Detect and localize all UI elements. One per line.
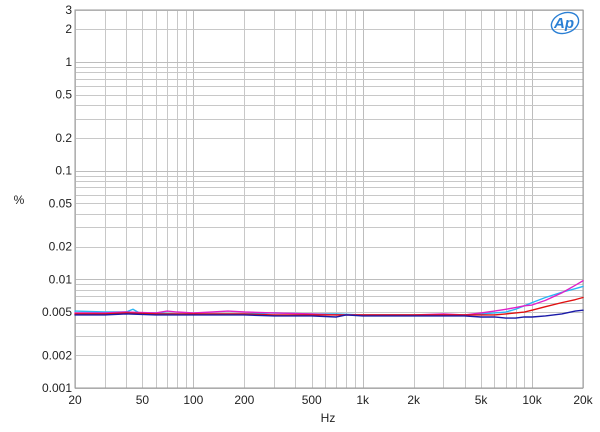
y-tick-label: 0.01 bbox=[49, 272, 73, 286]
x-axis-label: Hz bbox=[321, 411, 336, 425]
x-tick-label: 5k bbox=[475, 393, 489, 407]
y-tick-label: 0.005 bbox=[42, 305, 72, 319]
y-tick-label: 2 bbox=[65, 22, 72, 36]
chart-plot: 20 50 100 200 500 1k 2k 5k 10k 20k 3 2 1 0.5 0.2 0.1 0.… bbox=[14, 3, 594, 425]
audio-precision-logo-icon: Ap bbox=[550, 11, 580, 35]
y-tick-label: 0.001 bbox=[42, 381, 72, 395]
y-tick-label: 0.002 bbox=[42, 348, 72, 362]
y-tick-label: 0.05 bbox=[49, 196, 73, 210]
y-axis-label: % bbox=[14, 193, 25, 207]
y-tick-label: 3 bbox=[65, 3, 72, 17]
x-tick-label: 100 bbox=[183, 393, 203, 407]
x-tick-label: 20k bbox=[573, 393, 593, 407]
y-axis-ticks: 3 2 1 0.5 0.2 0.1 0.05 0.02 0.01 0.005 0.002 0.001 bbox=[42, 3, 72, 395]
x-tick-label: 500 bbox=[302, 393, 322, 407]
x-tick-label: 1k bbox=[356, 393, 370, 407]
x-tick-label: 10k bbox=[522, 393, 542, 407]
x-tick-label: 200 bbox=[234, 393, 254, 407]
thd-frequency-chart: 20 50 100 200 500 1k 2k 5k 10k 20k 3 2 1 0.5 0.2 0.1 0.… bbox=[0, 0, 600, 432]
y-tick-label: 0.1 bbox=[55, 164, 72, 178]
logo-text: Ap bbox=[553, 15, 574, 32]
y-tick-label: 0.5 bbox=[55, 88, 72, 102]
y-tick-label: 0.02 bbox=[49, 240, 73, 254]
grid bbox=[75, 10, 584, 389]
x-tick-label: 20 bbox=[68, 393, 82, 407]
x-tick-label: 50 bbox=[136, 393, 150, 407]
x-axis-ticks: 20 50 100 200 500 1k 2k 5k 10k 20k bbox=[68, 393, 593, 407]
y-tick-label: 1 bbox=[65, 55, 72, 69]
x-tick-label: 2k bbox=[407, 393, 421, 407]
y-tick-label: 0.2 bbox=[55, 131, 72, 145]
